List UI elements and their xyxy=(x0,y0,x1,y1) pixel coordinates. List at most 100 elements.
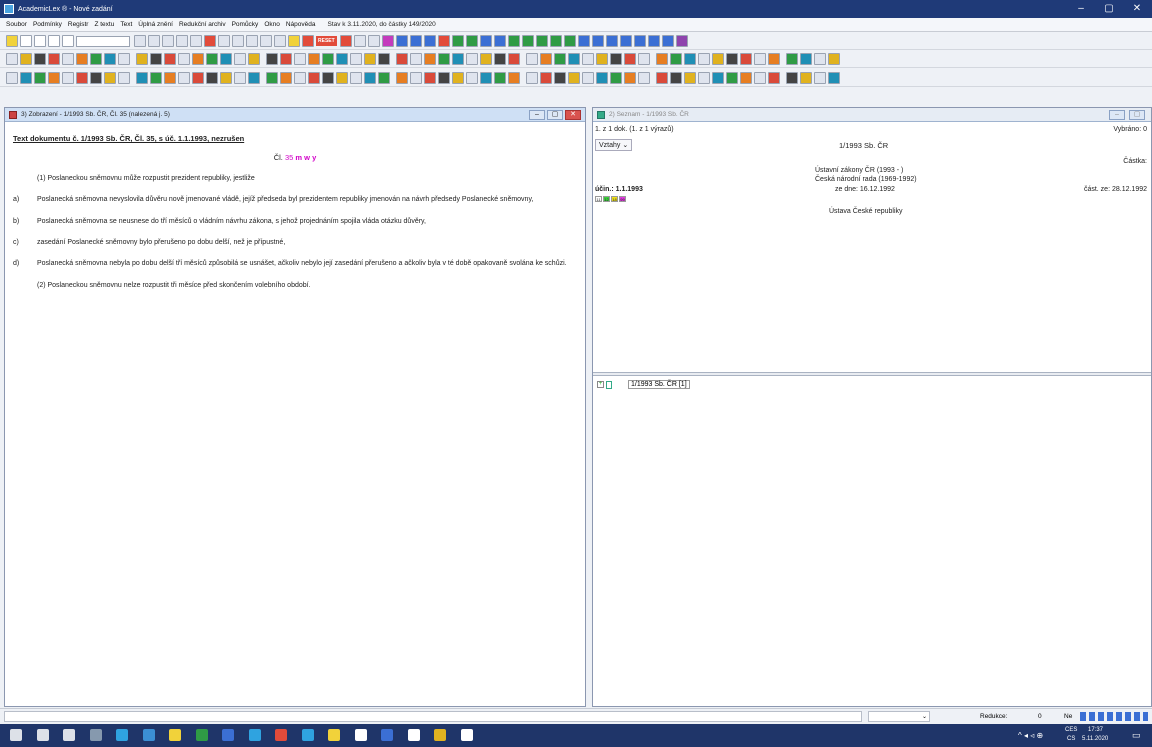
taskbar-app-icon[interactable] xyxy=(381,729,393,741)
taskbar-app-icon[interactable] xyxy=(89,729,102,741)
toolbar-button[interactable] xyxy=(6,71,18,84)
toolbar-button[interactable] xyxy=(396,53,408,65)
toolbar-button[interactable] xyxy=(768,53,780,65)
toolbar-button[interactable] xyxy=(754,71,766,84)
taskbar-app-icon[interactable] xyxy=(434,729,446,741)
toolbar-button[interactable] xyxy=(150,71,162,84)
toolbar-button[interactable] xyxy=(656,53,668,65)
tray-date[interactable]: 5.11.2020 xyxy=(1082,736,1108,742)
toolbar-button[interactable] xyxy=(740,71,752,84)
toolbar-button[interactable] xyxy=(364,71,376,84)
toolbar-button[interactable] xyxy=(409,35,422,47)
toolbar-button[interactable] xyxy=(698,53,710,65)
relations-dropdown[interactable]: Vztahy ⌄ xyxy=(595,139,633,151)
notification-icon[interactable]: ▭ xyxy=(1132,730,1141,741)
toolbar-button[interactable] xyxy=(610,53,622,65)
toolbar-button[interactable] xyxy=(150,53,162,65)
toolbar-button[interactable] xyxy=(288,35,300,47)
menu-podminky[interactable]: Podmínky xyxy=(33,21,62,28)
maximize-button[interactable]: ▢ xyxy=(1098,0,1120,18)
toolbar-button[interactable] xyxy=(164,53,176,65)
toolbar-button[interactable] xyxy=(294,71,306,84)
toolbar-button[interactable] xyxy=(350,53,362,65)
toolbar-button[interactable] xyxy=(104,71,116,84)
menu-napoveda[interactable]: Nápověda xyxy=(286,21,316,28)
toolbar-button[interactable] xyxy=(220,71,232,84)
toolbar-button[interactable] xyxy=(90,71,102,84)
toolbar-button[interactable] xyxy=(656,71,668,84)
category-tag[interactable]: 11 xyxy=(595,196,602,202)
category-tag[interactable]: 18 xyxy=(611,196,618,202)
toolbar-button[interactable] xyxy=(395,35,408,47)
taskbar-app-icon[interactable] xyxy=(275,729,287,741)
toolbar-button[interactable] xyxy=(206,53,218,65)
toolbar-button[interactable] xyxy=(596,71,608,84)
toolbar-button[interactable] xyxy=(540,53,552,65)
toolbar-button[interactable] xyxy=(712,71,724,84)
toolbar-button[interactable] xyxy=(465,35,478,47)
toolbar-button[interactable] xyxy=(48,35,60,47)
toolbar-button[interactable] xyxy=(610,71,622,84)
toolbar-button[interactable] xyxy=(568,53,580,65)
toolbar-button[interactable] xyxy=(800,53,812,65)
expand-icon[interactable]: + xyxy=(597,381,604,388)
toolbar-button[interactable] xyxy=(438,53,450,65)
menu-text[interactable]: Text xyxy=(120,21,132,28)
toolbar-button[interactable] xyxy=(176,35,188,47)
category-tag[interactable]: 12 xyxy=(603,196,610,202)
close-button[interactable]: ✕ xyxy=(1126,0,1148,18)
toolbar-button[interactable] xyxy=(726,71,738,84)
toolbar-button[interactable] xyxy=(828,53,840,65)
toolbar-button[interactable] xyxy=(260,35,272,47)
toolbar-button[interactable] xyxy=(136,71,148,84)
toolbar-button[interactable] xyxy=(20,35,32,47)
article-number[interactable]: 35 xyxy=(285,153,293,162)
toolbar-button[interactable] xyxy=(308,71,320,84)
toolbar-button[interactable] xyxy=(508,71,520,84)
toolbar-button[interactable] xyxy=(619,35,632,47)
toolbar-button[interactable] xyxy=(48,71,60,84)
toolbar-button[interactable] xyxy=(424,71,436,84)
menu-registr[interactable]: Registr xyxy=(68,21,89,28)
toolbar-button[interactable] xyxy=(452,71,464,84)
toolbar-button[interactable] xyxy=(480,53,492,65)
minimize-button[interactable]: – xyxy=(1070,0,1092,18)
taskbar-app-icon[interactable] xyxy=(63,729,75,741)
toolbar-button[interactable] xyxy=(568,71,580,84)
toolbar-button[interactable] xyxy=(322,53,334,65)
toolbar-button[interactable] xyxy=(34,53,46,65)
toolbar-button[interactable] xyxy=(34,71,46,84)
tray-time[interactable]: 17:37 xyxy=(1088,727,1103,733)
toolbar-button[interactable] xyxy=(437,35,450,47)
toolbar-button[interactable] xyxy=(192,53,204,65)
toolbar-button[interactable] xyxy=(675,35,688,47)
toolbar-button[interactable] xyxy=(535,35,548,47)
toolbar-button[interactable] xyxy=(521,35,534,47)
toolbar-button[interactable] xyxy=(178,53,190,65)
toolbar-button[interactable] xyxy=(192,71,204,84)
toolbar-button[interactable] xyxy=(336,53,348,65)
toolbar-button[interactable] xyxy=(605,35,618,47)
toolbar-button[interactable] xyxy=(367,35,380,47)
tree-node-label[interactable]: 1/1993 Sb. ČR [1] xyxy=(628,380,690,389)
category-tag[interactable]: 99 xyxy=(619,196,626,202)
pane-minimize-button[interactable]: – xyxy=(529,110,545,120)
toolbar-button[interactable] xyxy=(828,71,840,84)
toolbar-button[interactable] xyxy=(136,53,148,65)
toolbar-button[interactable] xyxy=(647,35,660,47)
toolbar-button[interactable] xyxy=(62,35,74,47)
toolbar-button[interactable] xyxy=(134,35,146,47)
status-icons[interactable] xyxy=(1080,712,1148,721)
toolbar-button[interactable] xyxy=(526,53,538,65)
toolbar-button[interactable] xyxy=(280,71,292,84)
taskbar-app-icon[interactable] xyxy=(301,729,314,741)
toolbar-button[interactable] xyxy=(480,71,492,84)
toolbar-button[interactable] xyxy=(661,35,674,47)
tray-lang[interactable]: CES xyxy=(1065,727,1077,733)
toolbar-button[interactable] xyxy=(507,35,520,47)
toolbar-button[interactable] xyxy=(814,53,826,65)
toolbar-button[interactable] xyxy=(549,35,562,47)
toolbar-button[interactable] xyxy=(726,53,738,65)
toolbar-button[interactable] xyxy=(308,53,320,65)
taskbar-app-icon[interactable] xyxy=(328,729,340,741)
